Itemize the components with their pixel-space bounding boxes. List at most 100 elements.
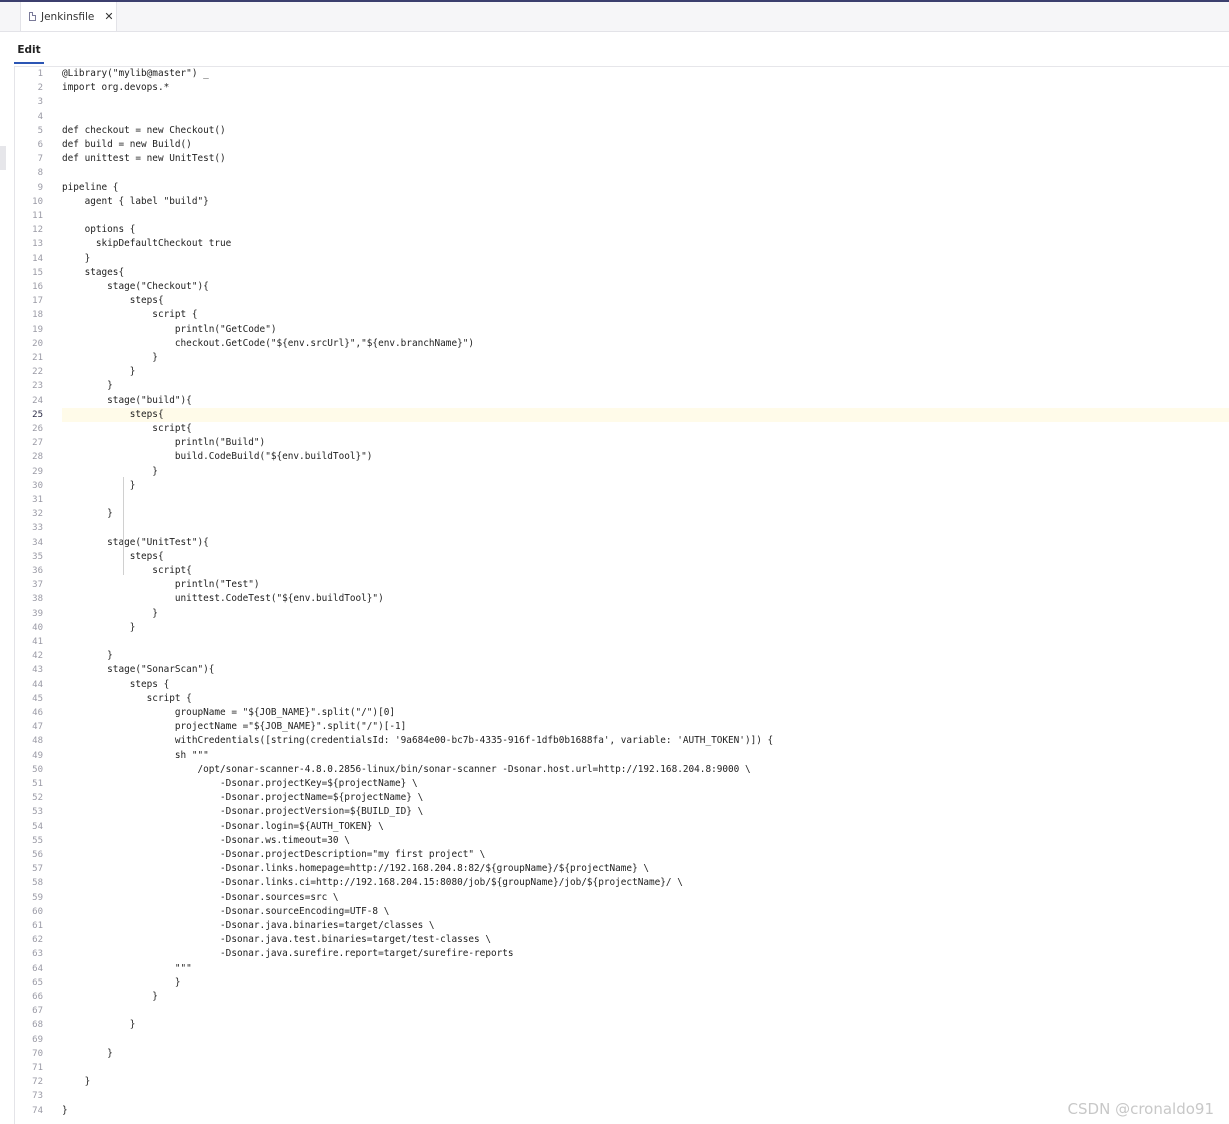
- code-line[interactable]: 22 }: [15, 365, 1229, 379]
- code-text: }: [62, 650, 113, 662]
- code-line[interactable]: 52 -Dsonar.projectName=${projectName} \: [15, 791, 1229, 805]
- code-line[interactable]: 51 -Dsonar.projectKey=${projectName} \: [15, 777, 1229, 791]
- code-line[interactable]: 8: [15, 166, 1229, 180]
- code-line[interactable]: 25 steps{: [15, 407, 1229, 422]
- code-line[interactable]: 27 println("Build"): [15, 436, 1229, 450]
- code-line[interactable]: 67: [15, 1004, 1229, 1018]
- code-line[interactable]: 57 -Dsonar.links.homepage=http://192.168…: [15, 862, 1229, 876]
- code-line[interactable]: 60 -Dsonar.sourceEncoding=UTF-8 \: [15, 905, 1229, 919]
- code-line[interactable]: 45 script {: [15, 692, 1229, 706]
- code-line[interactable]: 43 stage("SonarScan"){: [15, 663, 1229, 677]
- line-number: 55: [32, 835, 43, 846]
- code-line[interactable]: 32 }: [15, 507, 1229, 521]
- code-line[interactable]: 36 script{: [15, 564, 1229, 578]
- code-line[interactable]: 49 sh """: [15, 749, 1229, 763]
- code-line[interactable]: 66 }: [15, 990, 1229, 1004]
- code-line[interactable]: 46 groupName = "${JOB_NAME}".split("/")[…: [15, 706, 1229, 720]
- code-line[interactable]: 33: [15, 521, 1229, 535]
- line-number: 4: [37, 111, 43, 122]
- code-line[interactable]: 23 }: [15, 379, 1229, 393]
- code-line[interactable]: 56 -Dsonar.projectDescription="my first …: [15, 848, 1229, 862]
- code-line[interactable]: 35 steps{: [15, 550, 1229, 564]
- code-line[interactable]: 1 @Library("mylib@master") _: [15, 67, 1229, 81]
- code-line[interactable]: 17 steps{: [15, 294, 1229, 308]
- code-line[interactable]: 10 agent { label "build"}: [15, 195, 1229, 209]
- sidebar-scroll-marker: [0, 146, 6, 170]
- code-line[interactable]: 18 script {: [15, 308, 1229, 322]
- code-line[interactable]: 6 def build = new Build(): [15, 138, 1229, 152]
- code-line[interactable]: 16 stage("Checkout"){: [15, 280, 1229, 294]
- code-line[interactable]: 37 println("Test"): [15, 578, 1229, 592]
- line-number: 24: [32, 395, 43, 406]
- code-line[interactable]: 70 }: [15, 1047, 1229, 1061]
- code-line[interactable]: 9 pipeline {: [15, 181, 1229, 195]
- code-line[interactable]: 14 }: [15, 252, 1229, 266]
- code-line[interactable]: 21 }: [15, 351, 1229, 365]
- line-number: 42: [32, 651, 43, 662]
- code-text: script{: [62, 423, 192, 434]
- code-line[interactable]: 39 }: [15, 607, 1229, 621]
- code-line[interactable]: 50 /opt/sonar-scanner-4.8.0.2856-linux/b…: [15, 763, 1229, 777]
- line-number: 34: [32, 537, 43, 548]
- line-number: 35: [32, 551, 43, 562]
- code-line[interactable]: 59 -Dsonar.sources=src \: [15, 891, 1229, 905]
- code-line[interactable]: 55 -Dsonar.ws.timeout=30 \: [15, 834, 1229, 848]
- code-line[interactable]: 44 steps {: [15, 678, 1229, 692]
- code-line[interactable]: 58 -Dsonar.links.ci=http://192.168.204.1…: [15, 876, 1229, 890]
- code-line[interactable]: 24 stage("build"){: [15, 394, 1229, 408]
- code-text: @Library("mylib@master") _: [62, 68, 209, 79]
- code-line[interactable]: 38 unittest.CodeTest("${env.buildTool}"): [15, 592, 1229, 606]
- code-line[interactable]: 28 build.CodeBuild("${env.buildTool}"): [15, 450, 1229, 464]
- code-line[interactable]: 42 }: [15, 649, 1229, 663]
- code-line[interactable]: 5 def checkout = new Checkout(): [15, 124, 1229, 138]
- code-line[interactable]: 13 skipDefaultCheckout true: [15, 237, 1229, 251]
- code-line[interactable]: 68 }: [15, 1018, 1229, 1032]
- code-line[interactable]: 3: [15, 95, 1229, 109]
- code-line[interactable]: 47 projectName ="${JOB_NAME}".split("/")…: [15, 720, 1229, 734]
- code-line[interactable]: 61 -Dsonar.java.binaries=target/classes …: [15, 919, 1229, 933]
- code-line[interactable]: 71: [15, 1061, 1229, 1075]
- close-icon[interactable]: ✕: [104, 10, 113, 23]
- code-line[interactable]: 7 def unittest = new UnitTest(): [15, 152, 1229, 166]
- code-line[interactable]: 30 }: [15, 479, 1229, 493]
- code-text: }: [62, 991, 158, 1002]
- code-line[interactable]: 12 options {: [15, 223, 1229, 237]
- code-text: }: [62, 252, 91, 264]
- code-line[interactable]: 73: [15, 1089, 1229, 1103]
- code-line[interactable]: 65 }: [15, 976, 1229, 990]
- code-line[interactable]: 20 checkout.GetCode("${env.srcUrl}","${e…: [15, 337, 1229, 351]
- code-line[interactable]: 11: [15, 209, 1229, 223]
- code-line[interactable]: 63 -Dsonar.java.surefire.report=target/s…: [15, 947, 1229, 961]
- code-line[interactable]: 29 }: [15, 465, 1229, 479]
- code-line[interactable]: 74}: [15, 1104, 1229, 1118]
- code-line[interactable]: 72 }: [15, 1075, 1229, 1089]
- code-text: projectName ="${JOB_NAME}".split("/")[-1…: [62, 721, 407, 733]
- line-number: 67: [32, 1006, 43, 1017]
- line-number: 20: [32, 338, 43, 349]
- code-editor[interactable]: 1 @Library("mylib@master") _ 2 import org.d…: [15, 67, 1229, 1124]
- code-line[interactable]: 2 import org.devops.*: [15, 81, 1229, 95]
- code-line[interactable]: 64 """: [15, 962, 1229, 976]
- code-line[interactable]: 31: [15, 493, 1229, 507]
- code-line[interactable]: 19 println("GetCode"): [15, 323, 1229, 337]
- code-line[interactable]: 53 -Dsonar.projectVersion=${BUILD_ID} \: [15, 805, 1229, 819]
- code-line[interactable]: 41: [15, 635, 1229, 649]
- code-line[interactable]: 4: [15, 110, 1229, 124]
- line-number: 22: [32, 367, 43, 378]
- code-line[interactable]: 62 -Dsonar.java.test.binaries=target/tes…: [15, 933, 1229, 947]
- tab-jenkinsfile[interactable]: Jenkinsfile ✕: [20, 2, 117, 31]
- line-number: 37: [32, 580, 43, 591]
- code-line[interactable]: 40 }: [15, 621, 1229, 635]
- line-number: 21: [32, 353, 43, 363]
- line-number: 47: [32, 722, 43, 733]
- code-text: -Dsonar.sources=src \: [62, 891, 339, 903]
- code-text: def checkout = new Checkout(): [62, 124, 226, 136]
- code-line[interactable]: 69: [15, 1033, 1229, 1047]
- code-line[interactable]: 48 withCredentials([string(credentialsId…: [15, 734, 1229, 748]
- code-line[interactable]: 15 stages{: [15, 266, 1229, 280]
- code-line[interactable]: 54 -Dsonar.login=${AUTH_TOKEN} \: [15, 820, 1229, 834]
- edit-tab[interactable]: Edit: [14, 38, 44, 64]
- line-number: 25: [32, 409, 43, 420]
- code-line[interactable]: 26 script{: [15, 422, 1229, 436]
- code-line[interactable]: 34 stage("UnitTest"){: [15, 536, 1229, 550]
